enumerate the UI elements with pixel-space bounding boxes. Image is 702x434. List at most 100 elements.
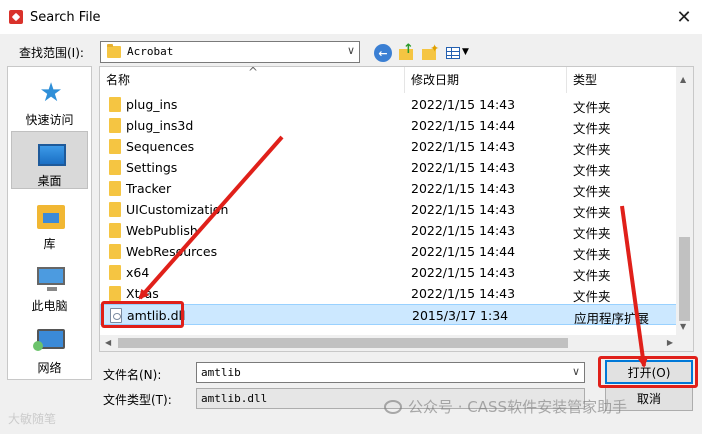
network-icon — [33, 329, 65, 351]
new-folder-icon[interactable]: ✦ — [421, 42, 439, 62]
table-row[interactable]: UICustomization 2022/1/15 14:43 文件夹 — [100, 199, 678, 220]
folder-icon — [109, 118, 121, 133]
desktop-icon — [38, 144, 66, 166]
file-name: Tracker — [126, 181, 172, 196]
place-desktop[interactable]: 桌面 — [11, 131, 88, 189]
file-type: 文件夹 — [573, 163, 611, 178]
table-row[interactable]: x64 2022/1/15 14:43 文件夹 — [100, 262, 678, 283]
file-name: Sequences — [126, 139, 195, 154]
table-row[interactable]: plug_ins 2022/1/15 14:43 文件夹 — [100, 94, 678, 115]
chevron-down-icon: ∨ — [346, 44, 355, 57]
back-arrow-icon[interactable]: ← — [374, 44, 392, 62]
table-row[interactable]: Xtras 2022/1/15 14:43 文件夹 — [100, 283, 678, 304]
filename-input[interactable]: amtlib ∨ — [196, 362, 585, 383]
table-row[interactable]: Settings 2022/1/15 14:43 文件夹 — [100, 157, 678, 178]
folder-icon — [109, 160, 121, 175]
file-type: 文件夹 — [573, 184, 611, 199]
file-date: 2022/1/15 14:44 — [411, 244, 516, 259]
filetype-label: 文件类型(T): — [103, 393, 172, 407]
chevron-down-icon[interactable]: ∨ — [572, 365, 580, 378]
file-type: 文件夹 — [573, 205, 611, 220]
file-date: 2022/1/15 14:44 — [411, 118, 516, 133]
file-name: amtlib.dll — [127, 308, 186, 323]
file-date: 2022/1/15 14:43 — [411, 181, 516, 196]
file-date: 2022/1/15 14:43 — [411, 223, 516, 238]
app-icon — [9, 10, 23, 24]
file-name: WebPublish — [126, 223, 198, 238]
folder-icon — [107, 44, 121, 58]
places-bar: ★ 快速访问 桌面 库 此电脑 网络 — [7, 66, 92, 380]
file-name: Xtras — [126, 286, 159, 301]
folder-icon — [109, 139, 121, 154]
view-menu-icon[interactable]: ▼ — [445, 44, 469, 62]
table-row[interactable]: Tracker 2022/1/15 14:43 文件夹 — [100, 178, 678, 199]
table-row[interactable]: WebPublish 2022/1/15 14:43 文件夹 — [100, 220, 678, 241]
scroll-left-icon[interactable]: ◀ — [105, 338, 111, 347]
place-this-pc[interactable]: 此电脑 — [11, 257, 88, 315]
filename-label: 文件名(N): — [103, 368, 162, 382]
place-library[interactable]: 库 — [11, 195, 88, 253]
title-bar: Search File ✕ — [0, 0, 702, 34]
folder-icon — [109, 202, 121, 217]
file-type: 文件夹 — [573, 142, 611, 157]
file-date: 2015/3/17 1:34 — [412, 308, 509, 323]
file-name: plug_ins — [126, 97, 178, 112]
column-header-name[interactable]: 名称 ^ — [100, 67, 405, 93]
computer-icon — [37, 267, 65, 291]
library-icon — [37, 205, 65, 229]
column-header-type[interactable]: 类型 — [567, 67, 678, 93]
scroll-thumb-horizontal[interactable] — [118, 338, 568, 348]
file-type: 应用程序扩展 — [574, 311, 650, 326]
file-date: 2022/1/15 14:43 — [411, 160, 516, 175]
file-type: 文件夹 — [573, 226, 611, 241]
dll-file-icon — [110, 308, 122, 323]
file-type: 文件夹 — [573, 100, 611, 115]
file-name: WebResources — [126, 244, 218, 259]
scroll-up-icon[interactable]: ▲ — [680, 75, 686, 84]
watermark-left: 大敏随笔 — [8, 412, 57, 426]
file-name: UICustomization — [126, 202, 229, 217]
scroll-thumb[interactable] — [679, 237, 690, 321]
folder-icon — [109, 181, 121, 196]
folder-icon — [109, 265, 121, 280]
table-row[interactable]: amtlib.dll 2015/3/17 1:34 应用程序扩展 — [100, 304, 678, 326]
watermark-right: 公众号 · CASS软件安装管家助手 — [384, 396, 627, 417]
file-name: Settings — [126, 160, 178, 175]
file-type: 文件夹 — [573, 121, 611, 136]
folder-icon — [109, 244, 121, 259]
file-list[interactable]: 名称 ^ 修改日期 类型 plug_ins 2022/1/15 14:43 文件夹 p… — [99, 66, 694, 352]
table-row[interactable]: plug_ins3d 2022/1/15 14:44 文件夹 — [100, 115, 678, 136]
open-button[interactable]: 打开(O) — [605, 360, 693, 384]
lookin-value: Acrobat — [127, 45, 174, 58]
star-icon: ★ — [39, 78, 63, 108]
file-date: 2022/1/15 14:43 — [411, 265, 516, 280]
folder-icon — [109, 286, 121, 301]
file-date: 2022/1/15 14:43 — [411, 286, 516, 301]
file-type: 文件夹 — [573, 289, 611, 304]
place-quick-access[interactable]: ★ 快速访问 — [11, 71, 88, 129]
table-row[interactable]: WebResources 2022/1/15 14:44 文件夹 — [100, 241, 678, 262]
table-row[interactable]: Sequences 2022/1/15 14:43 文件夹 — [100, 136, 678, 157]
column-header-date[interactable]: 修改日期 — [405, 67, 567, 93]
sort-arrow-icon: ^ — [248, 66, 259, 79]
file-date: 2022/1/15 14:43 — [411, 97, 516, 112]
lookin-label: 查找范围(I): — [19, 46, 84, 60]
scroll-right-icon[interactable]: ▶ — [667, 338, 673, 347]
up-folder-icon[interactable]: ↑ — [398, 42, 416, 62]
file-name: x64 — [126, 265, 150, 280]
window-title: Search File — [30, 10, 101, 25]
horizontal-scrollbar[interactable]: ◀ ▶ — [100, 335, 678, 351]
close-button[interactable]: ✕ — [670, 3, 698, 31]
file-type: 文件夹 — [573, 268, 611, 283]
scroll-down-icon[interactable]: ▼ — [680, 322, 686, 331]
lookin-dropdown[interactable]: Acrobat ∨ — [100, 41, 360, 63]
file-date: 2022/1/15 14:43 — [411, 202, 516, 217]
file-type: 文件夹 — [573, 247, 611, 262]
file-name: plug_ins3d — [126, 118, 194, 133]
folder-icon — [109, 97, 121, 112]
scroll-corner — [676, 335, 693, 351]
vertical-scrollbar[interactable]: ▲ ▼ — [676, 67, 693, 337]
folder-icon — [109, 223, 121, 238]
place-network[interactable]: 网络 — [11, 319, 88, 377]
wechat-icon — [384, 400, 402, 414]
